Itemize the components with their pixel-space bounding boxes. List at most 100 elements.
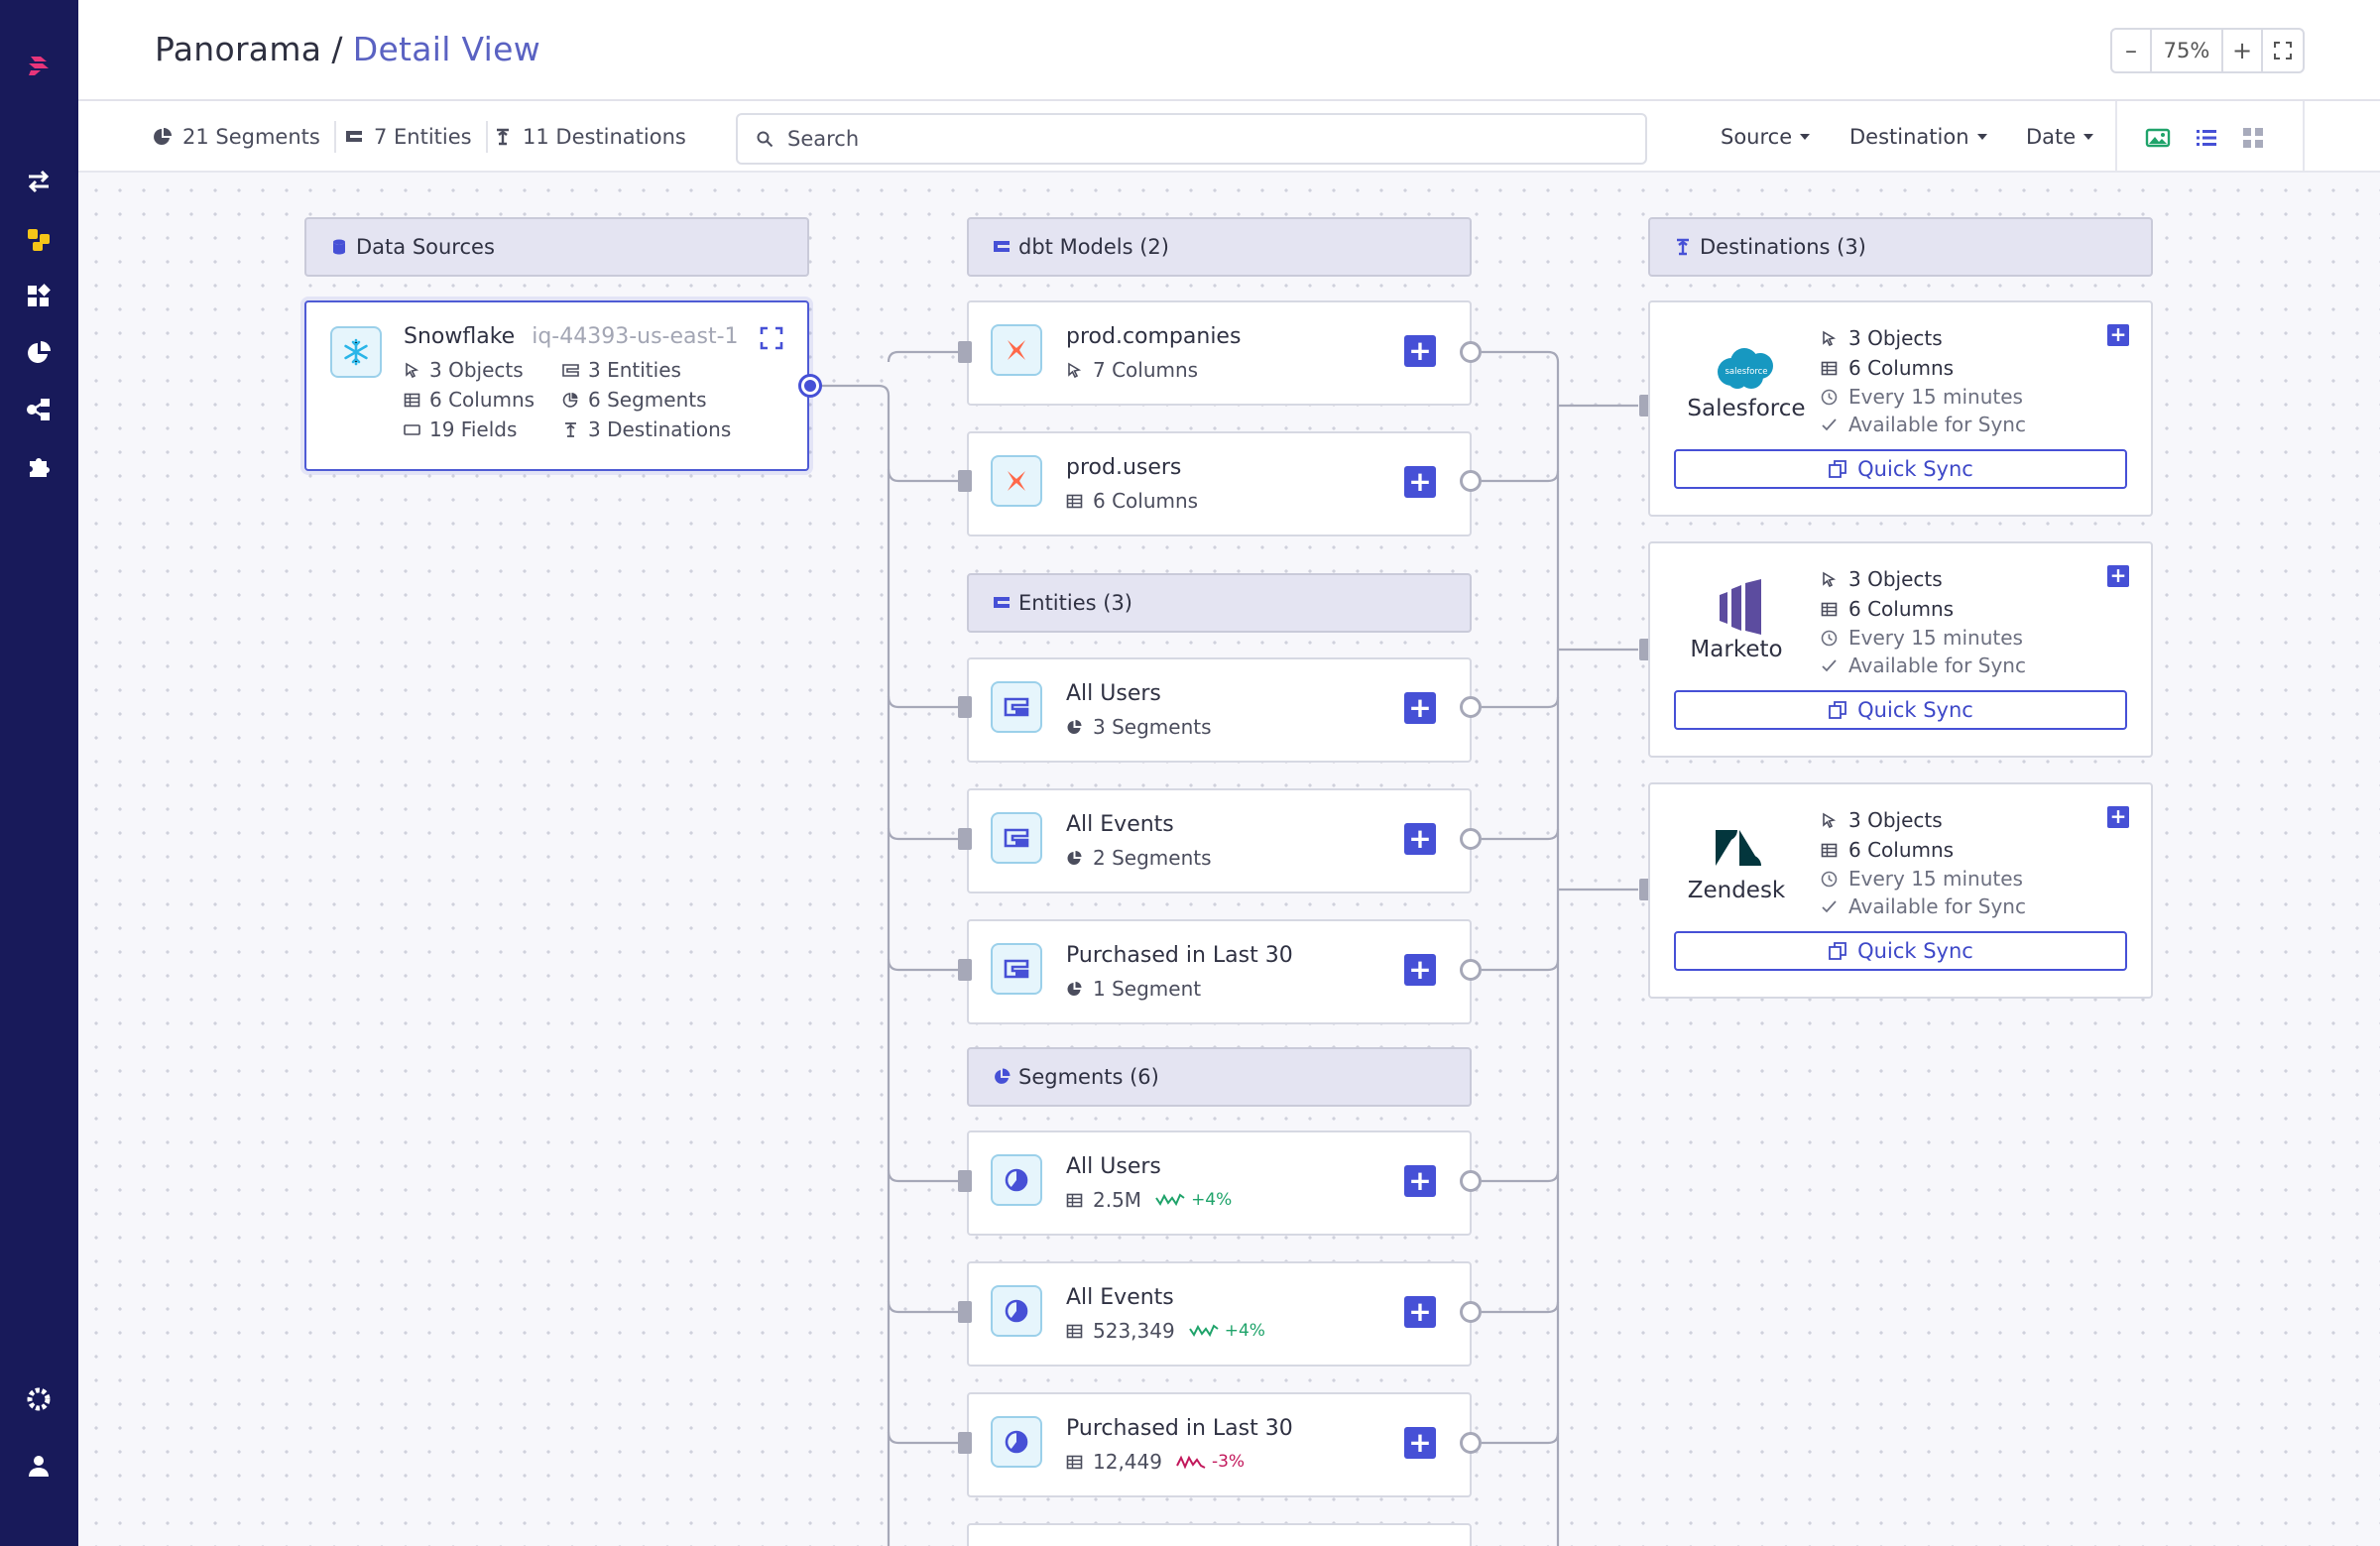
add-button[interactable]: + [1404, 1165, 1436, 1197]
breadcrumb: Panorama / Detail View [155, 30, 540, 68]
output-port[interactable] [1460, 1432, 1482, 1454]
segments-icon[interactable] [22, 336, 56, 370]
segment-card[interactable]: All Events 523,349 +4% + [967, 1261, 1472, 1367]
copy-icon [1829, 942, 1847, 960]
destination-name: Zendesk [1687, 878, 1786, 903]
add-button[interactable]: + [1404, 335, 1436, 367]
add-button[interactable]: + [1404, 1427, 1436, 1459]
list-icon [2197, 130, 2216, 146]
list-view-button[interactable] [2192, 123, 2221, 153]
dbt-model-columns-label: 7 Columns [1093, 358, 1199, 382]
add-button[interactable]: + [1404, 823, 1436, 855]
output-port[interactable] [1460, 1301, 1482, 1323]
dbt-model-card[interactable]: prod.users 6 Columns + [967, 431, 1472, 536]
salesforce-destination-card[interactable]: salesforce Salesforce 3 Objects 6 Column… [1648, 300, 2153, 517]
input-port[interactable] [958, 341, 972, 363]
destination-icon [497, 128, 509, 146]
segment-card[interactable]: Purchased in Last 30 12,449 -3% + [967, 1392, 1472, 1497]
divider [485, 121, 488, 153]
add-button[interactable]: + [2107, 565, 2129, 587]
input-port[interactable] [958, 1432, 972, 1454]
quick-sync-button[interactable]: Quick Sync [1674, 690, 2127, 730]
source-columns-label: 6 Columns [429, 388, 536, 412]
segment-card[interactable] [967, 1523, 1472, 1546]
add-button[interactable]: + [1404, 1296, 1436, 1328]
dbt-icon [991, 455, 1042, 507]
fullscreen-button[interactable] [2263, 30, 2303, 71]
sync-icon[interactable] [22, 165, 56, 198]
quick-sync-button[interactable]: Quick Sync [1674, 449, 2127, 489]
zoom-out-button[interactable]: – [2112, 30, 2152, 71]
add-button[interactable]: + [2107, 806, 2129, 828]
entity-card[interactable]: All Users 3 Segments + [967, 657, 1472, 763]
input-port[interactable] [958, 959, 972, 981]
segments-count[interactable]: 21 Segments [153, 121, 336, 153]
output-port[interactable] [1460, 341, 1482, 363]
destination-objects-label: 3 Objects [1848, 326, 1943, 350]
source-destinations: 3 Destinations [562, 417, 731, 441]
pie-icon [154, 128, 172, 145]
table-icon [1066, 1324, 1083, 1338]
settings-icon[interactable] [22, 1382, 56, 1416]
source-output-port[interactable] [798, 374, 822, 398]
entity-card[interactable]: Purchased in Last 30 1 Segment + [967, 919, 1472, 1024]
grid-view-button[interactable] [2238, 123, 2268, 153]
segment-icon [991, 1416, 1042, 1468]
zoom-in-button[interactable]: + [2223, 30, 2263, 71]
panorama-icon[interactable] [22, 223, 56, 257]
logo-icon[interactable] [22, 49, 56, 82]
quick-sync-label: Quick Sync [1857, 698, 1973, 722]
source-filter[interactable]: Source [1721, 125, 1811, 149]
search-input[interactable] [787, 127, 1581, 151]
input-port[interactable] [958, 696, 972, 718]
add-button[interactable]: + [2107, 324, 2129, 346]
breadcrumb-root[interactable]: Panorama [155, 30, 321, 68]
add-button[interactable]: + [1404, 466, 1436, 498]
zendesk-destination-card[interactable]: Zendesk 3 Objects 6 Columns Every 15 min… [1648, 782, 2153, 999]
dbt-model-title: prod.companies [1066, 324, 1242, 349]
graph-icon[interactable] [22, 393, 56, 426]
output-port[interactable] [1460, 959, 1482, 981]
search-box[interactable] [736, 113, 1647, 165]
snowflake-icon [330, 326, 382, 378]
input-port[interactable] [958, 1170, 972, 1192]
image-view-button[interactable] [2143, 123, 2173, 153]
segment-card[interactable]: All Users 2.5M +4% + [967, 1130, 1472, 1236]
snowflake-source-card[interactable]: Snowflake iq-44393-us-east-1 3 Objects 3… [304, 300, 809, 471]
segments-header-label: Segments (6) [1018, 1065, 1159, 1089]
destination-icon [1677, 238, 1689, 256]
source-filter-label: Source [1721, 125, 1793, 149]
input-port[interactable] [958, 470, 972, 492]
marketo-destination-card[interactable]: Marketo 3 Objects 6 Columns Every 15 min… [1648, 541, 2153, 758]
entity-title: Purchased in Last 30 [1066, 943, 1293, 968]
destination-filter[interactable]: Destination [1849, 125, 1987, 149]
add-button[interactable]: + [1404, 954, 1436, 986]
destination-schedule-label: Every 15 minutes [1848, 867, 2023, 891]
input-port[interactable] [958, 1301, 972, 1323]
output-port[interactable] [1460, 828, 1482, 850]
expand-button[interactable] [760, 326, 783, 354]
add-button[interactable]: + [1404, 692, 1436, 724]
segment-count: 2.5M [1093, 1188, 1142, 1212]
segment-stats: 12,449 -3% [1066, 1450, 1245, 1474]
entity-title: All Events [1066, 812, 1174, 837]
output-port[interactable] [1460, 1170, 1482, 1192]
output-port[interactable] [1460, 470, 1482, 492]
input-port[interactable] [958, 828, 972, 850]
apps-icon[interactable] [22, 280, 56, 313]
extensions-icon[interactable] [22, 449, 56, 483]
output-port[interactable] [1460, 696, 1482, 718]
quick-sync-button[interactable]: Quick Sync [1674, 931, 2127, 971]
dbt-model-card[interactable]: prod.companies 7 Columns + [967, 300, 1472, 406]
trend-value: +4% [1224, 1321, 1265, 1341]
destinations-count[interactable]: 11 Destinations [493, 125, 686, 149]
dbt-model-title: prod.users [1066, 455, 1182, 480]
marketo-logo [1716, 579, 1767, 639]
toolbar: 21 Segments 7 Entities 11 Destinations S… [78, 101, 2380, 173]
date-filter[interactable]: Date [2026, 125, 2094, 149]
cursor-icon [1823, 812, 1837, 828]
destination-name: Marketo [1690, 637, 1783, 662]
entity-card[interactable]: All Events 2 Segments + [967, 788, 1472, 893]
entities-count[interactable]: 7 Entities [344, 121, 488, 153]
user-icon[interactable] [22, 1449, 56, 1483]
